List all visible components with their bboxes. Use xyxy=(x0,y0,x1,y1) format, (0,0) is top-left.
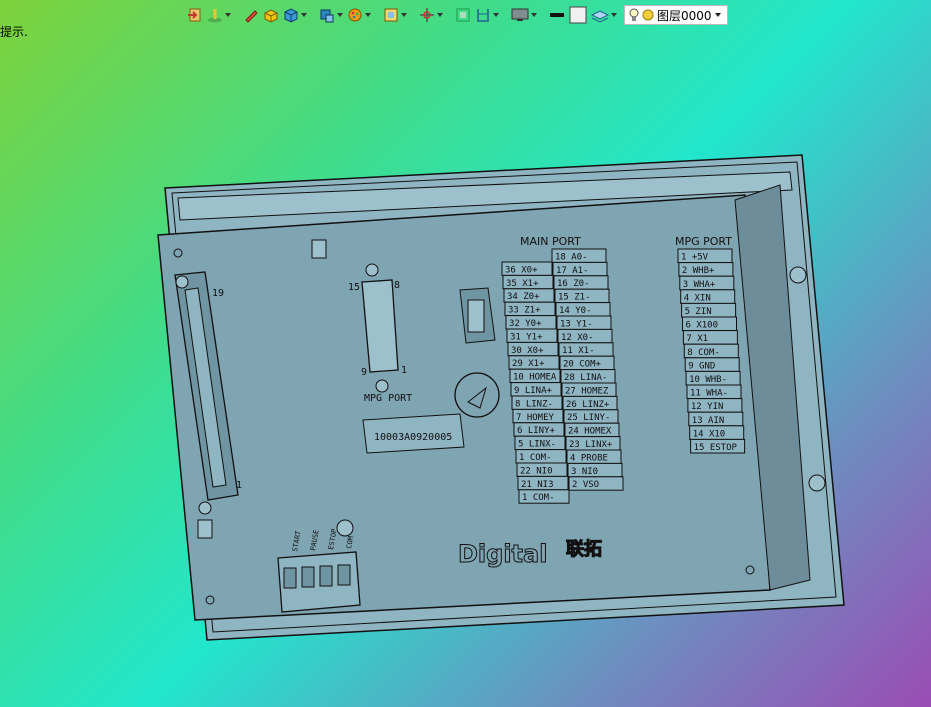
main-port-left-label: 1 COM- xyxy=(522,493,555,503)
mpg-port-label: 1 +5V xyxy=(681,253,709,263)
mpg-port-label: 9 GND xyxy=(688,361,715,371)
main-port-left-label: 8 LINZ- xyxy=(515,399,553,409)
serial-label: 10003A0920005 xyxy=(362,413,465,454)
main-port-left-label: 36 X0+ xyxy=(505,265,538,275)
pencil-icon[interactable] xyxy=(242,5,260,25)
main-port-right-label: 13 Y1- xyxy=(560,319,593,329)
main-port-left-label: 9 LINA+ xyxy=(514,386,553,396)
main-port-right-label: 3 NI0 xyxy=(571,467,598,477)
main-port-right-label: 27 HOMEZ xyxy=(565,386,609,396)
hint-text: 提示. xyxy=(0,25,28,39)
main-port-left-label: 32 Y0+ xyxy=(509,319,542,329)
main-port-title: MAIN PORT xyxy=(520,235,581,248)
mpg-port-label: MPG PORT xyxy=(364,393,412,404)
chevron-down-icon[interactable] xyxy=(715,13,721,17)
mpg-port-label: 8 COM- xyxy=(687,348,720,358)
mount-hole xyxy=(789,266,807,284)
main-port-left-label: 35 X1+ xyxy=(506,279,539,289)
main-port-right-label: 24 HOMEX xyxy=(568,427,612,437)
main-port-left-label: 30 X0+ xyxy=(511,346,544,356)
main-port-right-label: 4 PROBE xyxy=(570,453,608,463)
main-port-left-label: 33 Z1+ xyxy=(508,306,541,316)
chevron-down-icon[interactable] xyxy=(437,13,443,17)
chevron-down-icon[interactable] xyxy=(365,13,371,17)
mpg-port-label: 14 X10 xyxy=(693,429,726,439)
mpg-port-label: 10 WHB- xyxy=(689,375,727,385)
lightbulb-icon[interactable] xyxy=(629,8,639,22)
sun-palette-icon[interactable] xyxy=(346,5,372,25)
main-port-left-label: 34 Z0+ xyxy=(507,292,540,302)
db15-pin-bottom-right: 1 xyxy=(401,365,407,376)
mpg-port-label: 11 WHA- xyxy=(690,389,728,399)
mpg-port-label: 7 X1 xyxy=(686,334,708,344)
main-port-left-label: 21 NI3 xyxy=(521,480,554,490)
main-port-left-label: 7 HOMEY xyxy=(516,413,555,423)
controller-model[interactable]: 19 1 15 8 9 1 MPG PORT 10003A0920005 MAI… xyxy=(150,150,850,650)
db15-pin-top-left: 15 xyxy=(348,282,360,293)
chevron-down-icon[interactable] xyxy=(611,13,617,17)
chevron-down-icon[interactable] xyxy=(301,13,307,17)
main-port-right-label: 26 LINZ+ xyxy=(566,400,610,410)
main-port-right-label: 20 COM+ xyxy=(563,360,602,370)
main-toolbar: 图层0000 xyxy=(186,4,728,26)
chevron-down-icon[interactable] xyxy=(401,13,407,17)
box-select-icon[interactable] xyxy=(454,5,472,25)
main-port-left-label: 10 HOMEA xyxy=(513,373,557,383)
chevron-down-icon[interactable] xyxy=(531,13,537,17)
svg-text:10003A0920005: 10003A0920005 xyxy=(374,432,452,443)
move-icon[interactable] xyxy=(418,5,444,25)
db15-pin-bottom-left: 9 xyxy=(361,367,367,378)
mpg-port-label: 15 ESTOP xyxy=(694,443,738,453)
mpg-port-label: 3 WHA+ xyxy=(683,280,716,290)
brand-logo-cn: 联拓 xyxy=(566,538,602,560)
cube-blue-icon[interactable] xyxy=(282,5,308,25)
mpg-port-title: MPG PORT xyxy=(675,235,732,248)
chevron-down-icon[interactable] xyxy=(337,13,343,17)
main-port-right-label: 18 A0- xyxy=(555,252,588,262)
db15-pin-top-right: 8 xyxy=(394,280,400,291)
mpg-port-label: 5 ZIN xyxy=(685,307,712,317)
sun-icon[interactable] xyxy=(642,9,654,21)
cube-yellow-icon[interactable] xyxy=(262,5,280,25)
frame-icon[interactable] xyxy=(382,5,408,25)
layer-name: 图层0000 xyxy=(657,8,712,23)
main-port-right-label: 16 Z0- xyxy=(557,279,590,289)
main-port-right-label: 2 VSO xyxy=(572,480,599,490)
main-port-right-label: 12 X0- xyxy=(561,333,594,343)
mount-hole xyxy=(808,474,826,492)
mpg-port-label: 13 AIN xyxy=(692,416,725,426)
main-port-left-label: 5 LINX- xyxy=(518,440,556,450)
mpg-port-label: 6 X100 xyxy=(686,321,719,331)
main-port-right-label: 17 A1- xyxy=(556,266,589,276)
db25-pin-bottom: 1 xyxy=(236,480,242,491)
main-port-left-label: 1 COM- xyxy=(519,453,552,463)
import-icon[interactable] xyxy=(186,5,204,25)
main-port-right-label: 11 X1- xyxy=(562,346,595,356)
line-icon[interactable] xyxy=(548,5,566,25)
display-mode-icon[interactable] xyxy=(510,5,538,25)
light-icon[interactable] xyxy=(206,5,232,25)
main-port-left-label: 31 Y1+ xyxy=(510,332,543,342)
main-port-right-label: 23 LINX+ xyxy=(569,440,613,450)
mpg-port-label: 2 WHB+ xyxy=(682,266,715,276)
main-port-right-label: 14 Y0- xyxy=(559,306,592,316)
section-icon[interactable] xyxy=(474,5,500,25)
layer-dropdown[interactable]: 图层0000 xyxy=(624,5,728,25)
main-port-right-label: 28 LINA- xyxy=(564,373,607,383)
mpg-port-label: 12 YIN xyxy=(691,402,724,412)
main-port-left-label: 29 X1+ xyxy=(512,359,545,369)
chevron-down-icon[interactable] xyxy=(225,13,231,17)
main-port-right-label: 15 Z1- xyxy=(558,293,591,303)
brand-logo: Digital xyxy=(458,540,547,568)
mpg-port-label: 4 XIN xyxy=(684,293,711,303)
main-port-left-label: 6 LINY+ xyxy=(517,426,556,436)
cube-view-icon[interactable] xyxy=(318,5,344,25)
db25-pin-top: 19 xyxy=(212,288,224,299)
main-port-right-label: 25 LINY- xyxy=(567,413,610,423)
chevron-down-icon[interactable] xyxy=(493,13,499,17)
main-port-left-label: 22 NI0 xyxy=(520,466,553,476)
layers-icon[interactable] xyxy=(590,5,618,25)
color-square-icon[interactable] xyxy=(568,5,588,25)
